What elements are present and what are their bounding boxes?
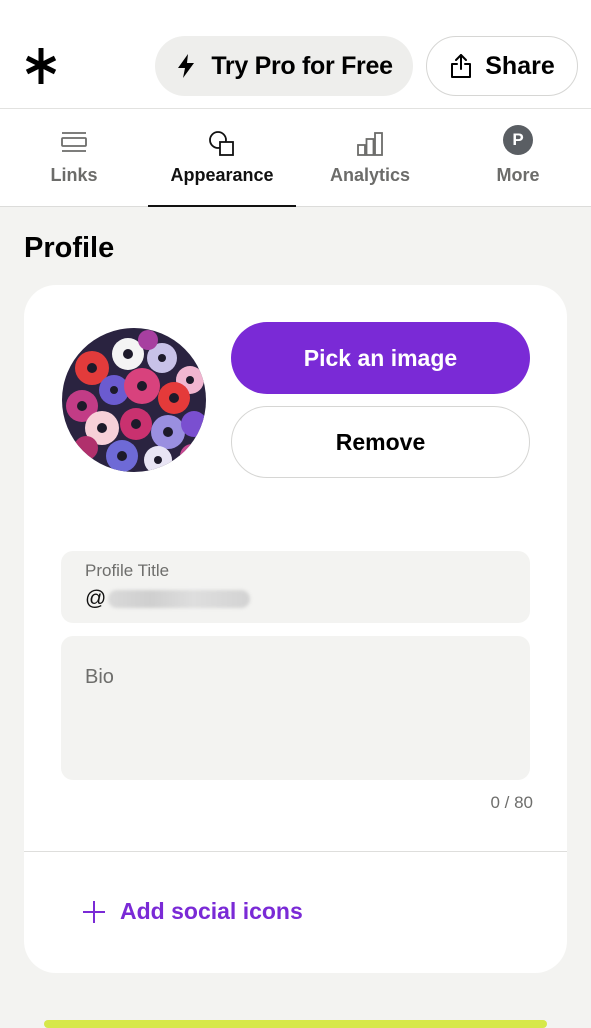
bottom-accent-strip [44, 1020, 547, 1028]
links-icon [61, 132, 87, 152]
profile-title-field[interactable]: Profile Title @ [61, 551, 530, 623]
plus-icon [83, 900, 105, 923]
bio-placeholder: Bio [85, 666, 114, 688]
avatar: P [503, 125, 533, 155]
profile-title-value: @ [85, 587, 251, 611]
card-divider [24, 851, 567, 852]
tab-analytics-label: Analytics [329, 165, 411, 185]
bar-chart-icon [357, 132, 383, 156]
tab-bar: Links Appearance Analytics P More [0, 109, 591, 207]
bio-textarea[interactable]: Bio [61, 636, 530, 780]
share-button[interactable]: Share [426, 36, 578, 96]
add-social-icons-button[interactable]: Add social icons [82, 898, 303, 925]
profile-title-label: Profile Title [85, 561, 170, 580]
tab-appearance-label: Appearance [170, 165, 274, 185]
try-pro-button[interactable]: Try Pro for Free [155, 36, 413, 96]
top-bar: Try Pro for Free Share [0, 0, 591, 109]
shapes-icon [209, 131, 234, 156]
tab-links[interactable]: Links [0, 109, 148, 206]
tab-analytics[interactable]: Analytics [296, 109, 444, 206]
share-upload-icon [451, 54, 472, 78]
tab-appearance[interactable]: Appearance [148, 109, 296, 207]
profile-image[interactable] [62, 328, 206, 472]
bio-character-counter: 0 / 80 [490, 793, 533, 812]
tab-more-label: More [496, 165, 540, 185]
profile-title-prefix: @ [85, 587, 107, 610]
share-label: Share [485, 51, 555, 80]
add-social-label: Add social icons [120, 898, 303, 924]
pick-image-button[interactable]: Pick an image [231, 322, 530, 394]
redacted-username [108, 590, 251, 608]
profile-card: Pick an image Remove Profile Title @ Bio… [24, 285, 567, 973]
try-pro-label: Try Pro for Free [211, 51, 393, 80]
asterisk-logo-icon[interactable] [24, 46, 58, 86]
page-title: Profile [24, 232, 115, 264]
tab-links-label: Links [50, 165, 98, 185]
tab-more[interactable]: P More [444, 109, 591, 206]
lightning-icon [178, 54, 195, 78]
remove-image-button[interactable]: Remove [231, 406, 530, 478]
